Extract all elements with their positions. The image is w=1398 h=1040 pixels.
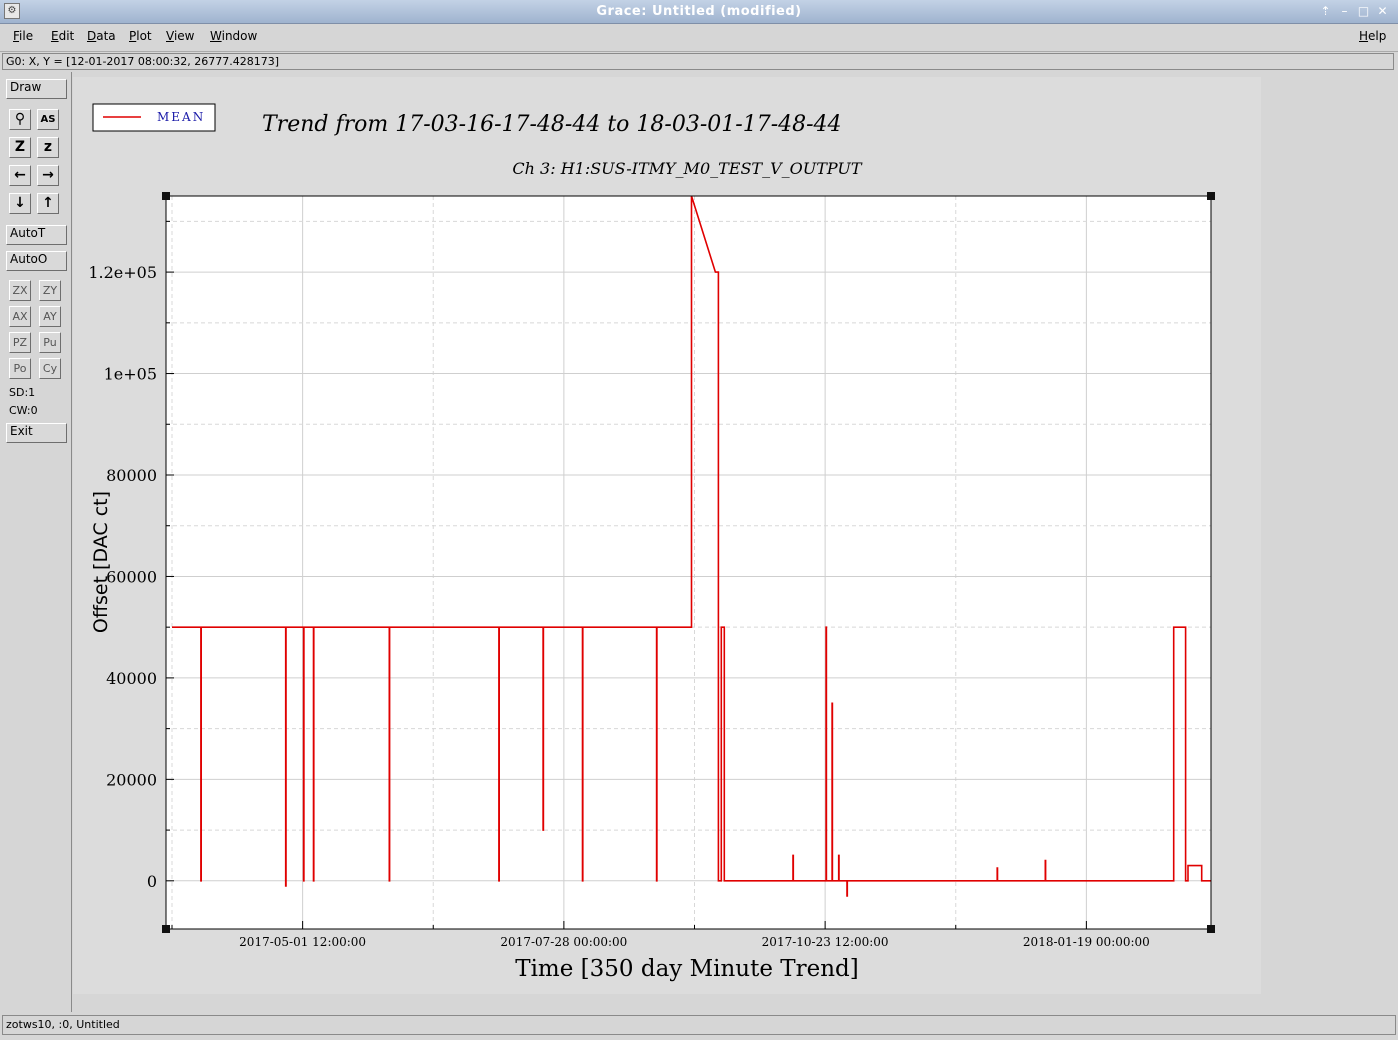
x-axis-label: Time [350 day Minute Trend] bbox=[515, 956, 859, 982]
menu-data[interactable]: Data bbox=[87, 29, 116, 43]
menu-bar: File Edit Data Plot View Window Help bbox=[0, 24, 1398, 52]
y-axis-label: Offset [DAC ct] bbox=[90, 491, 112, 633]
draw-button[interactable]: Draw bbox=[6, 79, 67, 99]
y-tick-label: 0 bbox=[147, 872, 157, 891]
menu-view[interactable]: View bbox=[166, 29, 194, 43]
zx-button[interactable]: ZX bbox=[9, 280, 31, 301]
tool-panel: Draw ⚲ AS Z z ← → ↓ ↑ AutoT AutoO ZX ZY … bbox=[0, 72, 72, 1012]
ay-button[interactable]: AY bbox=[39, 306, 61, 327]
y-tick-label: 1e+05 bbox=[104, 365, 157, 384]
y-tick-label: 20000 bbox=[106, 770, 157, 789]
arrow-down-icon[interactable]: ↓ bbox=[9, 193, 31, 214]
pu-button[interactable]: Pu bbox=[39, 332, 61, 353]
set-depth-label: SD:1 bbox=[9, 386, 36, 399]
window-titlebar: ⚙ Grace: Untitled (modified) ⇡ – □ ✕ bbox=[0, 0, 1398, 24]
shade-icon[interactable]: ⇡ bbox=[1318, 3, 1333, 19]
menu-window[interactable]: Window bbox=[210, 29, 257, 43]
arrow-right-icon[interactable]: → bbox=[37, 165, 59, 186]
zoom-z-icon[interactable]: Z bbox=[9, 137, 31, 158]
cy-button[interactable]: Cy bbox=[39, 358, 61, 379]
zy-button[interactable]: ZY bbox=[39, 280, 61, 301]
pz-button[interactable]: PZ bbox=[9, 332, 31, 353]
menu-help[interactable]: Help bbox=[1359, 29, 1386, 43]
zoom-z-bold-icon[interactable]: z bbox=[37, 137, 59, 158]
menu-edit[interactable]: Edit bbox=[51, 29, 74, 43]
x-tick-label: 2017-10-23 12:00:00 bbox=[762, 935, 889, 949]
chart-svg[interactable]: MEAN Trend from 17-03-16-17-48-44 to 18-… bbox=[73, 77, 1261, 994]
canvas-margin bbox=[1261, 72, 1395, 1012]
status-bar: zotws10, :0, Untitled bbox=[2, 1015, 1396, 1035]
menu-file[interactable]: File bbox=[13, 29, 33, 43]
y-tick-label: 40000 bbox=[106, 669, 157, 688]
corner-handle bbox=[162, 925, 170, 933]
ax-button[interactable]: AX bbox=[9, 306, 31, 327]
autoscale-text-icon[interactable]: AS bbox=[37, 109, 59, 130]
corner-handle bbox=[1207, 192, 1215, 200]
corner-handle bbox=[1207, 925, 1215, 933]
window-title: Grace: Untitled (modified) bbox=[596, 4, 802, 19]
minimize-icon[interactable]: – bbox=[1337, 3, 1352, 19]
arrow-left-icon[interactable]: ← bbox=[9, 165, 31, 186]
legend-label-mean: MEAN bbox=[157, 110, 205, 124]
exit-button[interactable]: Exit bbox=[6, 423, 67, 443]
y-tick-label: 1.2e+05 bbox=[88, 263, 157, 282]
menu-plot[interactable]: Plot bbox=[129, 29, 152, 43]
x-tick-label: 2017-05-01 12:00:00 bbox=[239, 935, 366, 949]
close-icon[interactable]: ✕ bbox=[1375, 3, 1390, 19]
y-tick-label: 80000 bbox=[106, 466, 157, 485]
chart-subtitle: Ch 3: H1:SUS-ITMY_M0_TEST_V_OUTPUT bbox=[512, 159, 862, 178]
plot-canvas[interactable]: MEAN Trend from 17-03-16-17-48-44 to 18-… bbox=[73, 77, 1261, 994]
y-tick-label: 60000 bbox=[106, 567, 157, 586]
x-tick-label: 2017-07-28 00:00:00 bbox=[500, 935, 627, 949]
magnifier-icon[interactable]: ⚲ bbox=[9, 109, 31, 130]
cw-label: CW:0 bbox=[9, 404, 38, 417]
coordinate-readout: G0: X, Y = [12-01-2017 08:00:32, 26777.4… bbox=[2, 53, 1394, 70]
po-button[interactable]: Po bbox=[9, 358, 31, 379]
chart-title: Trend from 17-03-16-17-48-44 to 18-03-01… bbox=[262, 112, 842, 137]
plot-area[interactable] bbox=[166, 196, 1211, 929]
corner-handle bbox=[162, 192, 170, 200]
maximize-icon[interactable]: □ bbox=[1356, 3, 1371, 19]
x-tick-label: 2018-01-19 00:00:00 bbox=[1023, 935, 1150, 949]
autot-button[interactable]: AutoT bbox=[6, 225, 67, 245]
autoo-button[interactable]: AutoO bbox=[6, 251, 67, 271]
arrow-up-icon[interactable]: ↑ bbox=[37, 193, 59, 214]
